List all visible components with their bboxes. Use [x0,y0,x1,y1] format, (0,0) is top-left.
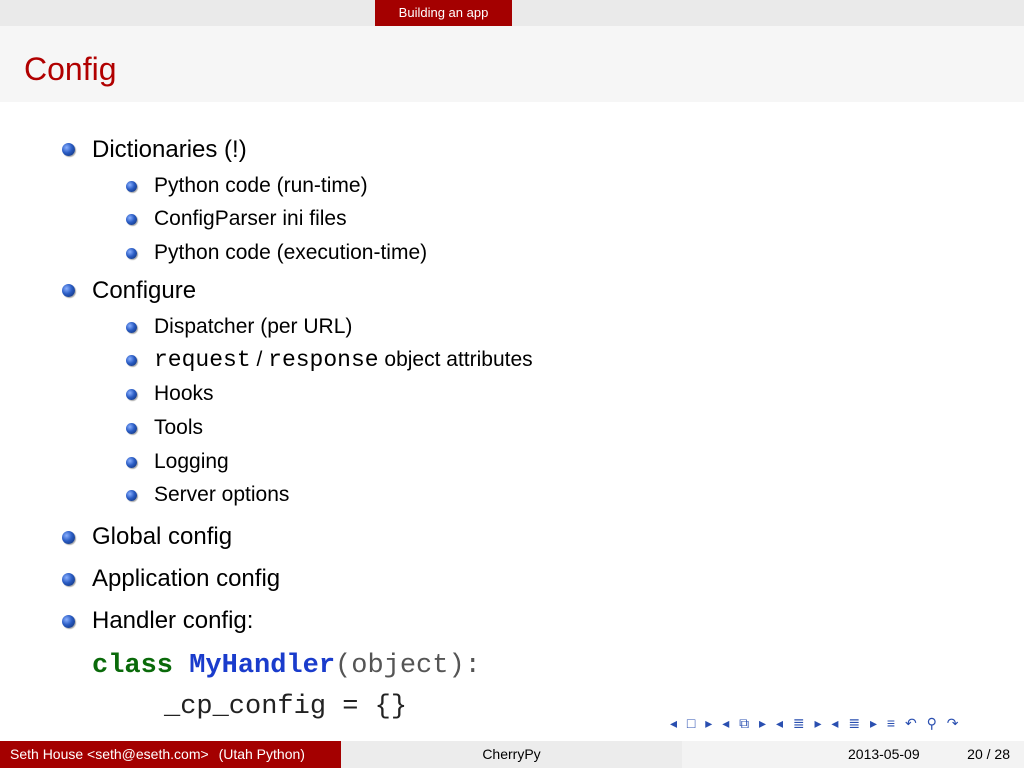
nav-subsection-icon[interactable]: ⧉ [739,715,749,732]
sub-bullet-request-response: request / response object attributes [154,347,533,373]
nav-subsection-right-icon[interactable]: ▸ [759,715,766,732]
bullet-icon [62,531,75,544]
nav-doc-icon[interactable]: ≣ [848,715,860,732]
nav-left-icon[interactable]: ◂ [670,715,677,732]
footer-author-block[interactable]: Seth House <seth@eseth.com> (Utah Python… [0,741,341,768]
footer-info-block: 2013-05-09 20 / 28 [682,741,1024,768]
bullet-icon [62,573,75,586]
nav-subsection-left-icon[interactable]: ◂ [722,715,729,732]
navigation-bar: ◂ □ ▸ ◂ ⧉ ▸ ◂ ≣ ▸ ◂ ≣ ▸ ≡ ↶ ⚲ ↷ [670,715,964,735]
bullet-application-config: Application config [92,565,281,592]
sub-bullet-icon [126,457,137,468]
attributes-text: object attributes [378,348,533,371]
nav-search-icon[interactable]: ⚲ [927,715,937,732]
separator-text: / [250,348,269,371]
bullet-dictionaries: Dictionaries (!) [92,136,247,163]
footer-title[interactable]: CherryPy [341,741,682,768]
bullet-icon [62,615,75,628]
code-line-1: class MyHandler(object): [92,651,481,681]
code-response: response [268,347,379,373]
bullet-handler-config: Handler config: [92,607,254,634]
nav-section-left-icon[interactable]: ◂ [776,715,783,732]
code-keyword: class [92,651,174,681]
nav-frame-icon[interactable]: □ [687,715,695,731]
nav-redo-icon[interactable]: ↷ [947,715,959,732]
sub-bullet-icon [126,322,137,333]
sub-bullet-icon [126,389,137,400]
sub-bullet-icon [126,355,137,366]
nav-right-icon[interactable]: ▸ [705,715,712,732]
footer-page-number: 20 / 28 [967,746,1010,762]
nav-undo-icon[interactable]: ↶ [905,715,917,732]
code-class-args: (object): [335,651,481,681]
bullet-icon [62,143,75,156]
footer-author: Seth House <seth@eseth.com> [10,746,209,762]
sub-bullet-python-exectime: Python code (execution-time) [154,241,428,264]
code-line-2: _cp_config = {} [164,692,408,722]
sub-bullet-icon [126,490,137,501]
sub-bullet-python-runtime: Python code (run-time) [154,174,368,197]
sub-bullet-hooks: Hooks [154,382,214,405]
nav-doc-left-icon[interactable]: ◂ [831,715,838,732]
bullet-configure: Configure [92,277,197,304]
nav-doc-right-icon[interactable]: ▸ [870,715,877,732]
nav-align-icon[interactable]: ≡ [887,715,895,731]
sub-bullet-dispatcher: Dispatcher (per URL) [154,315,353,338]
nav-section-icon[interactable]: ≣ [793,715,805,732]
sub-bullet-server-options: Server options [154,483,290,506]
footer-institute: (Utah Python) [218,746,305,762]
bullet-global-config: Global config [92,523,233,550]
sub-bullet-configparser: ConfigParser ini files [154,207,347,230]
footer-date: 2013-05-09 [848,746,920,762]
slide-content: Dictionaries (!) Python code (run-time) … [0,0,1024,768]
sub-bullet-icon [126,423,137,434]
sub-bullet-tools: Tools [154,416,204,439]
sub-bullet-icon [126,214,137,225]
bullet-icon [62,284,75,297]
footer: Seth House <seth@eseth.com> (Utah Python… [0,741,1024,768]
nav-section-right-icon[interactable]: ▸ [814,715,821,732]
code-request: request [154,347,251,373]
code-class-name: MyHandler [189,651,336,681]
sub-bullet-logging: Logging [154,450,229,473]
sub-bullet-icon [126,181,137,192]
sub-bullet-icon [126,248,137,259]
